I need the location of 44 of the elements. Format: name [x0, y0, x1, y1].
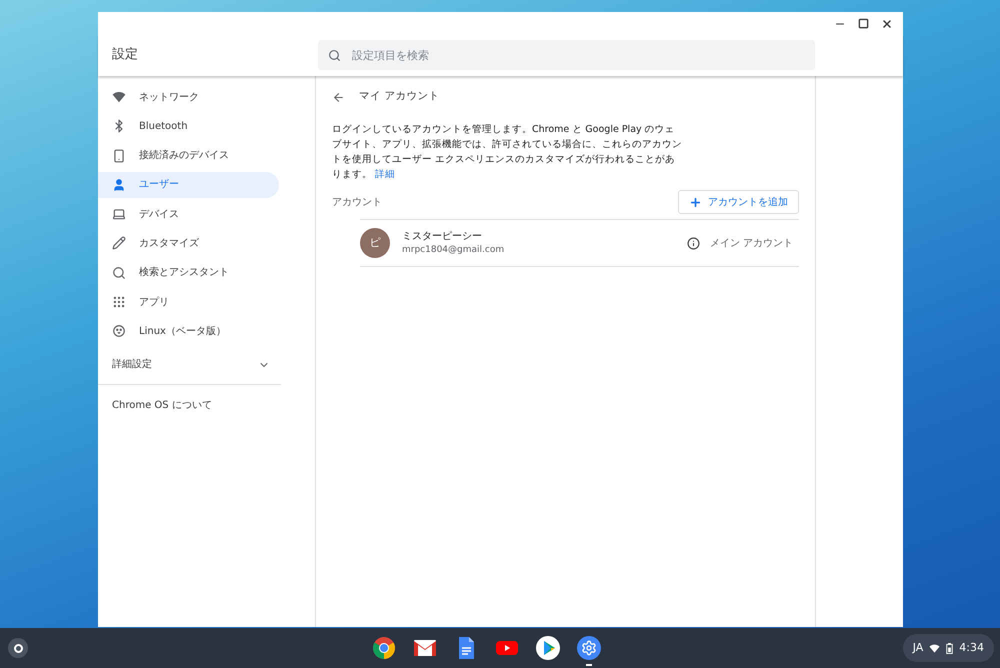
sidebar-item[interactable]: 検索とアシスタント	[98, 260, 279, 286]
play-store-icon[interactable]	[536, 636, 560, 660]
sidebar-item[interactable]: デバイス	[98, 201, 279, 228]
ime-indicator: JA	[912, 640, 924, 656]
pencil-icon	[112, 236, 126, 250]
info-icon[interactable]	[686, 236, 700, 250]
settings-icon[interactable]	[577, 636, 601, 660]
search-icon	[328, 48, 341, 62]
close-icon[interactable]	[881, 18, 893, 30]
search-icon	[112, 266, 126, 280]
search-field[interactable]: 設定項目を検索	[318, 40, 815, 70]
maximize-icon[interactable]	[858, 18, 869, 29]
section-heading: アカウント	[332, 196, 382, 210]
description-text: ログインしているアカウントを管理します。Chrome と Google Play のウェブサイト、アプリ、拡張機能では、許可されている場合に、これらのアカウントを使用してユーザー エクスペリエンスのカスタマイズが行われることがあります。 詳細	[332, 123, 683, 182]
page-title: マイ アカウント	[359, 89, 440, 104]
clock: 4:34	[959, 640, 984, 656]
grid-icon	[112, 295, 126, 310]
add-account-button[interactable]: アカウントを追加	[678, 190, 799, 214]
sidebar-item[interactable]: ユーザー	[98, 172, 279, 198]
sidebar-item[interactable]: カスタマイズ	[98, 230, 279, 256]
account-email: mrpc1804@gmail.com	[402, 244, 506, 257]
plus-icon	[689, 196, 702, 208]
penguin-icon	[112, 324, 126, 338]
learn-more-link[interactable]: 詳細	[375, 169, 396, 180]
sidebar-item[interactable]: 接続済みのデバイス	[98, 142, 279, 169]
sidebar-item[interactable]: Linux（ベータ版）	[98, 318, 279, 344]
account-name: ミスターピーシー	[402, 230, 483, 244]
laptop-icon	[112, 207, 126, 222]
wifi-icon	[112, 90, 126, 104]
window-title: 設定	[111, 46, 139, 64]
sidebar-item[interactable]: アプリ	[98, 289, 279, 316]
battery-icon	[946, 642, 954, 654]
wifi-icon	[929, 642, 940, 654]
advanced-settings-toggle[interactable]: 詳細設定	[98, 350, 270, 380]
back-arrow-icon[interactable]	[332, 90, 345, 104]
account-role: メイン アカウント	[710, 236, 793, 250]
sidebar-item[interactable]: Bluetooth	[98, 113, 279, 140]
person-icon	[112, 178, 126, 192]
sidebar-item[interactable]: ネットワーク	[98, 84, 279, 110]
status-area[interactable]: JA 4:34	[902, 634, 994, 662]
about-link[interactable]: Chrome OS について	[98, 384, 315, 413]
chrome-icon[interactable]	[372, 636, 396, 660]
phone-icon	[112, 148, 126, 163]
launcher-icon[interactable]	[8, 638, 28, 658]
